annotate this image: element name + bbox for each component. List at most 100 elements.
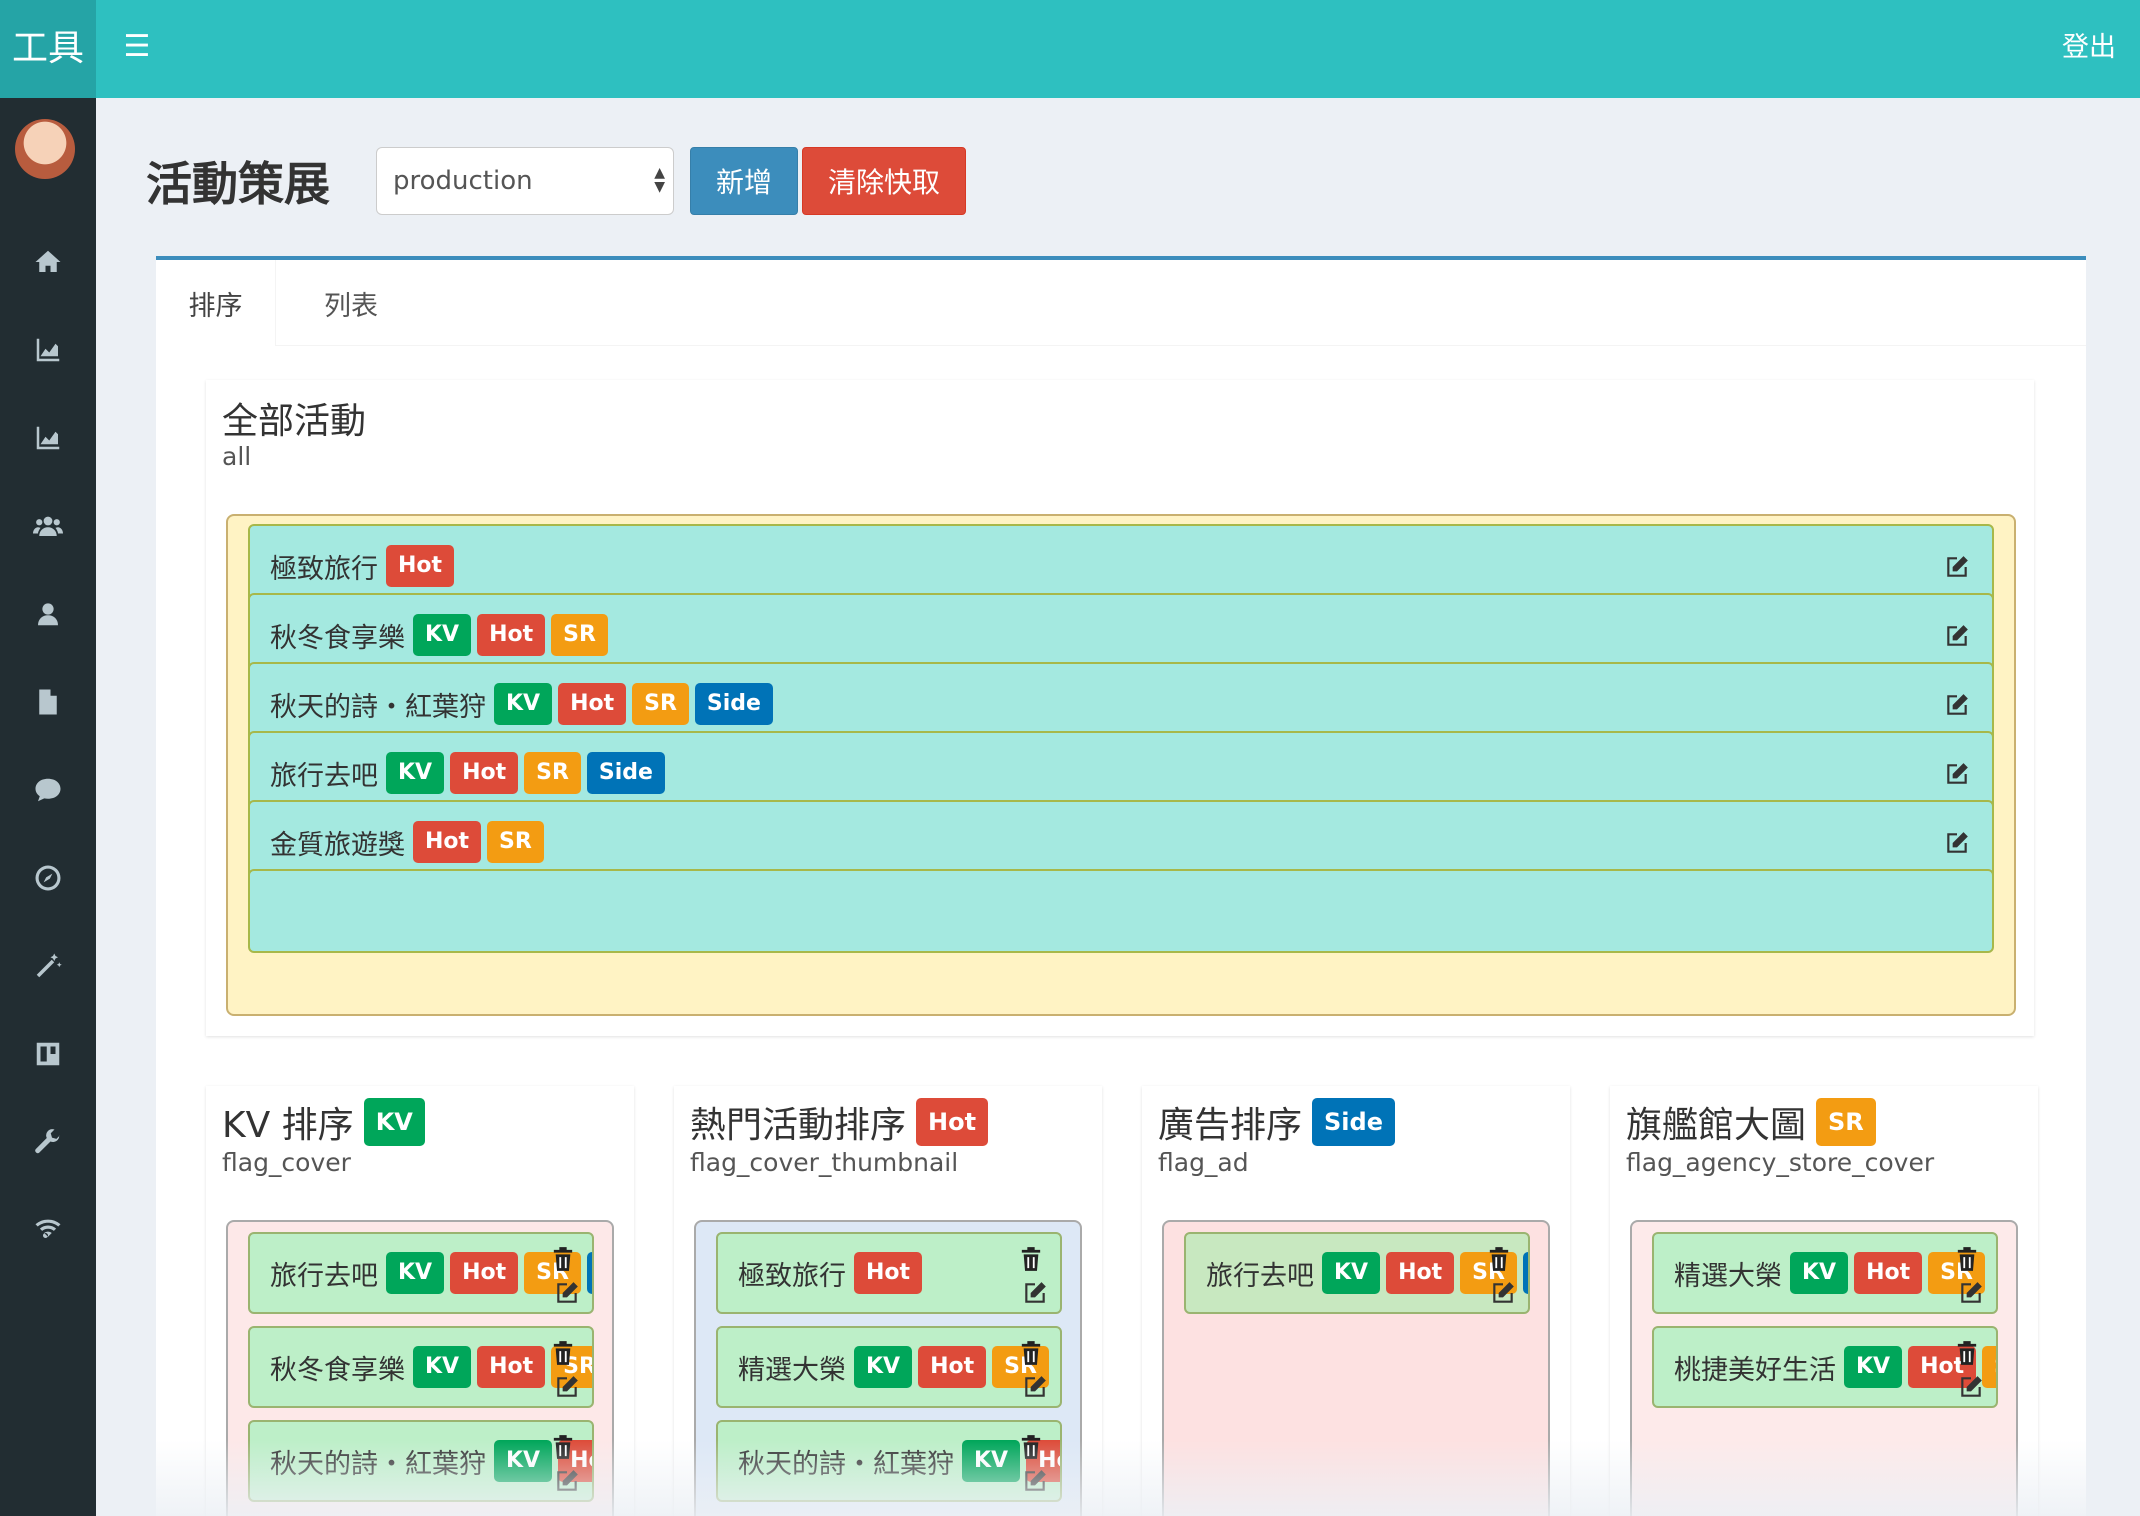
table-icon[interactable] xyxy=(0,1034,96,1074)
badge-kv: KV xyxy=(413,614,472,656)
column-title: 熱門活動排序 Hot xyxy=(690,1096,994,1148)
compass-icon[interactable] xyxy=(0,858,96,898)
column-title: 廣告排序 Side xyxy=(1158,1096,1401,1148)
sorted-item-row[interactable]: 旅行去吧KVHotSRSide xyxy=(1184,1232,1530,1314)
sorted-item-name: 極致旅行 xyxy=(738,1260,846,1292)
badge-hot: Hot xyxy=(413,821,482,863)
column-subtitle: flag_agency_store_cover xyxy=(1626,1148,1935,1177)
sorted-item-row[interactable]: 秋冬食享樂 KV Hot SR xyxy=(248,1326,594,1408)
badge-hot: Hot xyxy=(1386,1252,1455,1294)
badge-sr: SR xyxy=(551,614,608,656)
main-box: 排序 列表 全部活動 all 極致旅行 Hot 秋冬食享樂 KV Hot SR 秋天的詩・紅… xyxy=(156,256,2086,1516)
badge-side: Side xyxy=(1522,1252,1528,1294)
logout-link[interactable]: 登出 xyxy=(2062,26,2116,70)
badge-side: Side xyxy=(694,683,773,725)
badge-side: Side xyxy=(1312,1098,1395,1146)
tab-bar: 排序 列表 xyxy=(156,260,2086,346)
badge-kv: KV xyxy=(1844,1346,1903,1388)
edit-icon[interactable] xyxy=(1958,1374,1984,1400)
badge-hot: Hot xyxy=(1854,1252,1923,1294)
wifi-icon[interactable] xyxy=(0,1208,96,1248)
panel-title: 全部活動 xyxy=(222,401,367,442)
column-title-text: KV 排序 xyxy=(222,1105,354,1146)
sorted-item-row[interactable]: 精選大榮 KV Hot SR xyxy=(716,1326,1062,1408)
edit-icon[interactable] xyxy=(1944,692,1970,718)
environment-select[interactable]: production ▲ ▼ xyxy=(376,147,674,215)
trash-icon[interactable] xyxy=(552,1340,574,1366)
users-icon[interactable] xyxy=(0,506,96,546)
badge-sr: SR xyxy=(1982,1346,1996,1388)
trash-icon[interactable] xyxy=(1020,1340,1042,1366)
sorted-item-row[interactable]: 極致旅行 Hot xyxy=(716,1232,1062,1314)
sorted-item-name: 秋冬食享樂 xyxy=(270,1354,405,1386)
badge-hot: Hot xyxy=(477,1346,546,1388)
tab-list[interactable]: 列表 xyxy=(286,260,416,346)
area-chart-icon[interactable] xyxy=(0,330,96,370)
column-title-text: 旗艦館大圖 xyxy=(1626,1105,1807,1146)
column-title: KV 排序 KV xyxy=(222,1096,431,1148)
activity-name: 秋冬食享樂 xyxy=(270,622,405,654)
badge-hot: Hot xyxy=(450,1252,519,1294)
environment-select-value: production xyxy=(393,166,533,196)
badge-sr: SR xyxy=(1816,1098,1876,1146)
sorted-item-row[interactable]: 旅行去吧KVHotSRSide xyxy=(248,1232,594,1314)
hamburger-menu-icon[interactable]: ☰ xyxy=(120,30,154,64)
badge-kv: KV xyxy=(494,683,553,725)
content-header: 活動策展 production ▲ ▼ 新增 清除快取 xyxy=(146,146,970,216)
sorted-item-row[interactable]: 精選大榮 KV Hot SR xyxy=(1652,1232,1998,1314)
clear-cache-button[interactable]: 清除快取 xyxy=(802,147,966,215)
edit-icon[interactable] xyxy=(1022,1280,1048,1306)
sorted-item-row[interactable]: 桃捷美好生活KVHotSR xyxy=(1652,1326,1998,1408)
sorted-item-name: 精選大榮 xyxy=(738,1354,846,1386)
edit-icon[interactable] xyxy=(1022,1374,1048,1400)
trash-icon[interactable] xyxy=(552,1246,574,1272)
edit-icon[interactable] xyxy=(554,1374,580,1400)
badge-hot: Hot xyxy=(558,683,627,725)
badge-kv: KV xyxy=(363,1098,425,1146)
column-subtitle: flag_cover_thumbnail xyxy=(690,1148,959,1177)
badge-sr: SR xyxy=(632,683,689,725)
user-icon[interactable] xyxy=(0,594,96,634)
column-title-text: 廣告排序 xyxy=(1158,1105,1303,1146)
file-icon[interactable] xyxy=(0,682,96,722)
trash-icon[interactable] xyxy=(1956,1340,1978,1366)
badge-sr: SR xyxy=(487,821,544,863)
edit-icon[interactable] xyxy=(1490,1280,1516,1306)
sorted-item-name: 旅行去吧 xyxy=(270,1260,378,1292)
trash-icon[interactable] xyxy=(1488,1246,1510,1272)
select-arrows-icon: ▲ ▼ xyxy=(654,165,665,195)
badge-side: Side xyxy=(586,1252,592,1294)
magic-icon[interactable] xyxy=(0,946,96,986)
activity-row[interactable] xyxy=(248,869,1994,953)
home-icon[interactable] xyxy=(0,242,96,282)
sorted-item-name: 精選大榮 xyxy=(1674,1260,1782,1292)
all-activities-panel: 全部活動 all 極致旅行 Hot 秋冬食享樂 KV Hot SR 秋天的詩・紅葉狩 KV Ho… xyxy=(206,380,2034,1036)
edit-icon[interactable] xyxy=(554,1280,580,1306)
activity-name: 金質旅遊獎 xyxy=(270,829,405,861)
badge-hot: Hot xyxy=(386,545,455,587)
all-activities-list: 極致旅行 Hot 秋冬食享樂 KV Hot SR 秋天的詩・紅葉狩 KV Hot SR Side 旅行… xyxy=(226,514,2016,1016)
wrench-icon[interactable] xyxy=(0,1122,96,1162)
avatar xyxy=(15,119,75,179)
edit-icon[interactable] xyxy=(1944,830,1970,856)
edit-icon[interactable] xyxy=(1944,554,1970,580)
badge-sr: SR xyxy=(524,752,581,794)
trash-icon[interactable] xyxy=(1956,1246,1978,1272)
badge-kv: KV xyxy=(1790,1252,1849,1294)
area-chart-icon[interactable] xyxy=(0,418,96,458)
trash-icon[interactable] xyxy=(1020,1246,1042,1272)
column-title: 旗艦館大圖 SR xyxy=(1626,1096,1882,1148)
comment-icon[interactable] xyxy=(0,770,96,810)
badge-kv: KV xyxy=(386,752,445,794)
panel-subtitle: all xyxy=(222,442,252,471)
tab-sort[interactable]: 排序 xyxy=(156,260,276,346)
badge-kv: KV xyxy=(854,1346,913,1388)
badge-kv: KV xyxy=(413,1346,472,1388)
badge-hot: Hot xyxy=(477,614,546,656)
edit-icon[interactable] xyxy=(1958,1280,1984,1306)
edit-icon[interactable] xyxy=(1944,761,1970,787)
logo[interactable]: 工具 xyxy=(0,0,96,98)
add-button[interactable]: 新增 xyxy=(690,147,798,215)
edit-icon[interactable] xyxy=(1944,623,1970,649)
page-title: 活動策展 xyxy=(146,157,330,211)
